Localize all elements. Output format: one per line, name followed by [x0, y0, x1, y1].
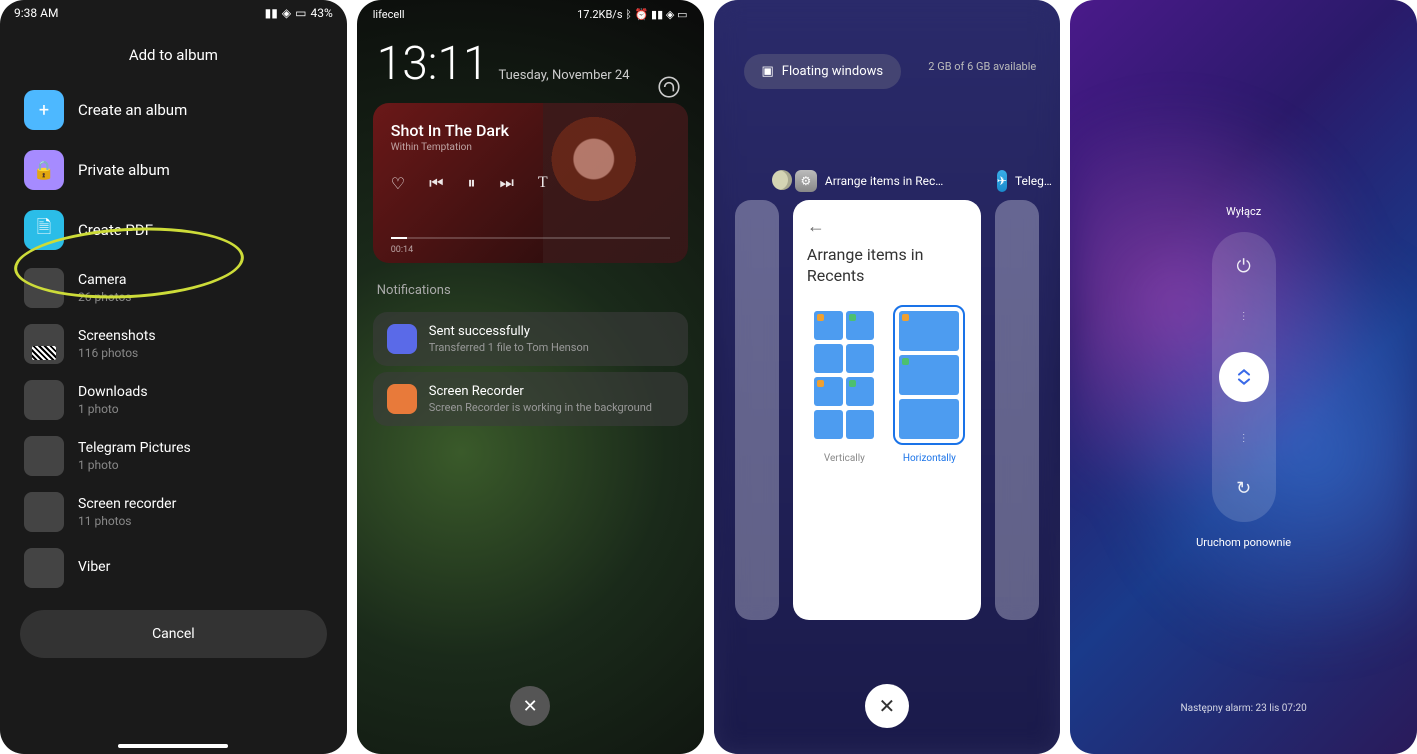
notifications-label: Notifications — [357, 275, 704, 306]
power-icon[interactable]: ⏻ — [1230, 252, 1258, 280]
phone-power-menu: Wyłącz ⏻ ⋮ ⋮ ↻ Uruchom ponownie Następny… — [1070, 0, 1417, 754]
status-right: 17.2KB/s ᛒ ⏰ ▮▮ ◈ ▭ — [577, 8, 687, 21]
net-speed: 17.2KB/s — [577, 8, 622, 21]
floating-windows-button[interactable]: ▣ Floating windows — [744, 54, 902, 89]
album-screenshots[interactable]: Screenshots 116 photos — [0, 316, 347, 372]
signal-icon: ▮▮ — [651, 8, 663, 21]
power-off-label: Wyłącz — [1226, 205, 1261, 218]
recent-app-settings[interactable]: ⚙ Arrange items in Rec… ← Arrange items … — [793, 170, 981, 620]
album-viber[interactable]: Viber — [0, 540, 347, 596]
artist-name: Within Temptation — [391, 142, 670, 153]
progress-bar[interactable] — [391, 237, 670, 239]
album-camera[interactable]: Camera 26 photos — [0, 260, 347, 316]
recorder-app-icon — [387, 384, 417, 414]
reboot-icon[interactable]: ↻ — [1230, 474, 1258, 502]
create-pdf-button[interactable]: 🗎 Create PDF — [0, 200, 347, 260]
alarm-icon: ⏰ — [635, 8, 649, 21]
album-thumb — [24, 548, 64, 588]
memory-status: 2 GB of 6 GB available — [928, 60, 1036, 73]
battery-icon: ▭ — [295, 6, 306, 20]
battery-icon: ▭ — [677, 8, 687, 21]
clear-notifications-button[interactable]: ✕ — [510, 686, 550, 726]
album-thumb — [24, 436, 64, 476]
home-indicator[interactable] — [118, 744, 228, 748]
phone-recents: ▣ Floating windows 2 GB of 6 GB availabl… — [714, 0, 1061, 754]
wifi-icon: ◈ — [282, 6, 291, 20]
album-thumb — [24, 268, 64, 308]
back-icon[interactable]: ← — [807, 216, 967, 237]
next-alarm-label: Następny alarm: 23 lis 07:20 — [1181, 703, 1307, 714]
lock-icon: 🔒 — [24, 150, 64, 190]
reboot-label: Uruchom ponownie — [1196, 536, 1291, 549]
bluetooth-icon: ᛒ — [625, 8, 634, 21]
option-vertical[interactable]: Vertically — [807, 305, 882, 464]
elapsed-time: 00:14 — [391, 245, 413, 255]
lock-clock: 13:11 — [377, 37, 489, 91]
recents-carousel[interactable]: ⚙ Arrange items in Rec… ← Arrange items … — [714, 170, 1061, 620]
fingerprint-icon[interactable] — [656, 74, 682, 100]
carrier-label: lifecell — [373, 8, 405, 21]
dots-decor: ⋮ — [1239, 433, 1249, 444]
phone-lockscreen: lifecell 17.2KB/s ᛒ ⏰ ▮▮ ◈ ▭ 13:11 Tuesd… — [357, 0, 704, 754]
album-downloads[interactable]: Downloads 1 photo — [0, 372, 347, 428]
settings-icon: ⚙ — [795, 170, 817, 192]
slider-knob[interactable] — [1219, 352, 1269, 402]
like-icon[interactable]: ♡ — [391, 174, 405, 193]
album-screen-recorder[interactable]: Screen recorder 11 photos — [0, 484, 347, 540]
floating-icon: ▣ — [762, 64, 774, 79]
clock: 9:38 AM — [14, 6, 58, 20]
card-title: Arrange items in Recents — [807, 245, 967, 287]
album-telegram[interactable]: Telegram Pictures 1 photo — [0, 428, 347, 484]
cancel-button[interactable]: Cancel — [20, 610, 327, 658]
signal-icon: ▮▮ — [265, 6, 278, 20]
create-album-button[interactable]: + Create an album — [0, 80, 347, 140]
option-horizontal[interactable]: Horizontally — [892, 305, 967, 464]
notification-sharing[interactable]: Sent successfully Transferred 1 file to … — [373, 312, 688, 366]
recent-app-left[interactable] — [735, 170, 779, 620]
song-title: Shot In The Dark — [391, 121, 670, 140]
status-right: ▮▮ ◈ ▭ 43% — [265, 6, 333, 20]
next-icon[interactable]: ⏭ — [500, 173, 514, 193]
album-thumb — [24, 380, 64, 420]
status-bar: lifecell 17.2KB/s ᛒ ⏰ ▮▮ ◈ ▭ — [357, 0, 704, 29]
dots-decor: ⋮ — [1239, 311, 1249, 322]
private-album-button[interactable]: 🔒 Private album — [0, 140, 347, 200]
album-thumb — [24, 492, 64, 532]
lyrics-icon[interactable]: T — [538, 174, 548, 192]
wifi-icon: ◈ — [666, 8, 674, 21]
recent-app-telegram[interactable]: ✈ Teleg… — [995, 170, 1039, 620]
plus-icon: + — [24, 90, 64, 130]
share-app-icon — [387, 324, 417, 354]
status-bar: 9:38 AM ▮▮ ◈ ▭ 43% — [0, 0, 347, 26]
phone-gallery-sheet: 9:38 AM ▮▮ ◈ ▭ 43% Add to album + Create… — [0, 0, 347, 754]
clear-recents-button[interactable]: ✕ — [865, 684, 909, 728]
album-thumb — [24, 324, 64, 364]
telegram-icon: ✈ — [997, 170, 1007, 192]
power-slider[interactable]: ⏻ ⋮ ⋮ ↻ — [1212, 232, 1276, 522]
battery-percent: 43% — [310, 6, 332, 20]
prev-icon[interactable]: ⏮ — [429, 173, 443, 193]
settings-card[interactable]: ← Arrange items in Recents Vertically — [793, 200, 981, 620]
notification-recorder[interactable]: Screen Recorder Screen Recorder is worki… — [373, 372, 688, 426]
lock-date: Tuesday, November 24 — [498, 68, 629, 83]
pdf-icon: 🗎 — [24, 210, 64, 250]
sheet-title: Add to album — [0, 26, 347, 80]
pause-icon[interactable]: ⏸ — [468, 173, 476, 193]
music-widget[interactable]: Shot In The Dark Within Temptation ♡ ⏮ ⏸… — [373, 103, 688, 263]
